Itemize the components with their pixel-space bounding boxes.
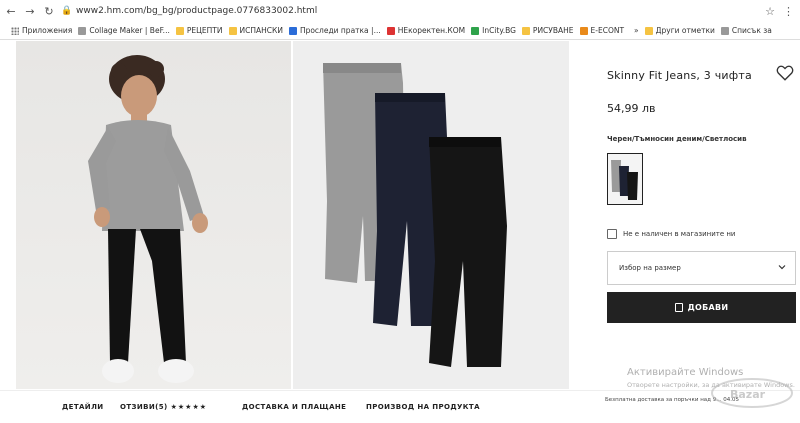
rating-stars: ★★★★★: [170, 403, 208, 411]
reviews-label: ОТЗИВИ(5): [120, 403, 168, 411]
bookmark-drawing[interactable]: РИСУВАНЕ: [521, 26, 574, 35]
model-photo[interactable]: [16, 41, 291, 389]
bookmark-star-icon[interactable]: ☆: [765, 5, 775, 18]
add-to-bag-button[interactable]: ДОБАВИ: [607, 292, 796, 323]
color-swatch[interactable]: [607, 153, 643, 205]
url-text: www2.hm.com/bg_bg/productpage.0776833002…: [76, 6, 318, 16]
bookmark-tracking[interactable]: Проследи пратка |...: [288, 26, 381, 35]
tab-reviews[interactable]: ОТЗИВИ(5) ★★★★★: [120, 403, 207, 411]
browser-toolbar: ← → ↻ 🔒 www2.hm.com/bg_bg/productpage.07…: [0, 0, 800, 22]
bookmark-spanish[interactable]: ИСПАНСКИ: [228, 26, 283, 35]
bookmark-label: Приложения: [22, 26, 73, 35]
reading-list-icon: [720, 26, 729, 35]
bag-icon: [674, 303, 683, 312]
bookmark-apps[interactable]: Приложения: [6, 26, 72, 35]
tracking-icon: [288, 26, 297, 35]
tab-production[interactable]: ПРОИЗВОД НА ПРОДУКТА: [366, 403, 480, 411]
folder-icon: [175, 26, 184, 35]
product-gallery: [16, 41, 569, 389]
product-title: Skinny Fit Jeans, 3 чифта: [607, 69, 752, 82]
nekorekten-icon: [386, 26, 395, 35]
apps-icon: [11, 26, 19, 35]
stock-info: Не е наличен в магазините ни: [607, 229, 735, 239]
folder-icon: [644, 26, 653, 35]
bookmark-label: РЕЦЕПТИ: [186, 26, 223, 35]
three-jeans-illustration: [323, 63, 507, 367]
bookmark-label: InCity.BG: [482, 26, 516, 35]
folder-icon: [228, 26, 237, 35]
bookmark-label: НЕкоректен.КОМ: [397, 26, 466, 35]
product-details-panel: Skinny Fit Jeans, 3 чифта 54,99 лв Черен…: [600, 41, 800, 389]
lock-icon: 🔒: [61, 6, 73, 16]
add-button-label: ДОБАВИ: [687, 303, 729, 312]
forward-icon[interactable]: →: [22, 3, 38, 19]
address-bar[interactable]: 🔒 www2.hm.com/bg_bg/productpage.07768330…: [61, 2, 765, 20]
bookmark-label: Collage Maker | BeF...: [89, 26, 170, 35]
color-label: Черен/Тъмносин деним/Светлосив: [607, 135, 747, 143]
back-icon[interactable]: ←: [3, 3, 19, 19]
collage-icon: [78, 26, 87, 35]
incity-icon: [471, 26, 480, 35]
chevron-down-icon: [778, 265, 786, 270]
jeans-photo[interactable]: [293, 41, 569, 389]
bookmark-label: E-ECONT: [590, 26, 625, 35]
bookmark-collage[interactable]: Collage Maker | BeF...: [78, 26, 170, 35]
bookmark-recipes[interactable]: РЕЦЕПТИ: [175, 26, 223, 35]
stock-text: Не е наличен в магазините ни: [623, 230, 736, 238]
child-model-illustration: [88, 55, 208, 383]
bookmark-other[interactable]: Други отметки: [644, 26, 715, 35]
bookmark-label: ИСПАНСКИ: [239, 26, 283, 35]
bookmark-label: Проследи пратка |...: [299, 26, 381, 35]
bookmark-label: РИСУВАНЕ: [532, 26, 574, 35]
size-select-label: Избор на размер: [619, 264, 681, 272]
bookmark-nekorekten[interactable]: НЕкоректен.КОМ: [386, 26, 466, 35]
reload-icon[interactable]: ↻: [41, 3, 57, 19]
bottom-navigation: ДЕТАЙЛИ ОТЗИВИ(5) ★★★★★ ДОСТАВКА И ПЛАЩА…: [0, 390, 800, 423]
menu-icon[interactable]: ⋮: [783, 5, 794, 18]
bookmarks-bar: Приложения Collage Maker | BeF... РЕЦЕПТ…: [0, 22, 800, 40]
econt-icon: [579, 26, 588, 35]
bookmarks-more[interactable]: »: [634, 26, 639, 35]
tab-delivery[interactable]: ДОСТАВКА И ПЛАЩАНЕ: [242, 403, 346, 411]
bookmark-label: Списък за: [731, 26, 772, 35]
bookmark-reading-list[interactable]: Списък за: [720, 26, 772, 35]
bazar-logo-text: Bazar: [730, 388, 766, 401]
tab-details[interactable]: ДЕТАЙЛИ: [62, 403, 104, 411]
store-icon: [607, 229, 617, 239]
swatch-jeans-icon: [611, 160, 638, 200]
bookmark-label: Други отметки: [655, 26, 715, 35]
heart-icon[interactable]: [776, 64, 794, 82]
bookmark-econt[interactable]: E-ECONT: [579, 26, 625, 35]
product-price: 54,99 лв: [607, 102, 656, 115]
folder-icon: [521, 26, 530, 35]
bookmark-incity[interactable]: InCity.BG: [471, 26, 516, 35]
size-select[interactable]: Избор на размер: [607, 251, 796, 285]
